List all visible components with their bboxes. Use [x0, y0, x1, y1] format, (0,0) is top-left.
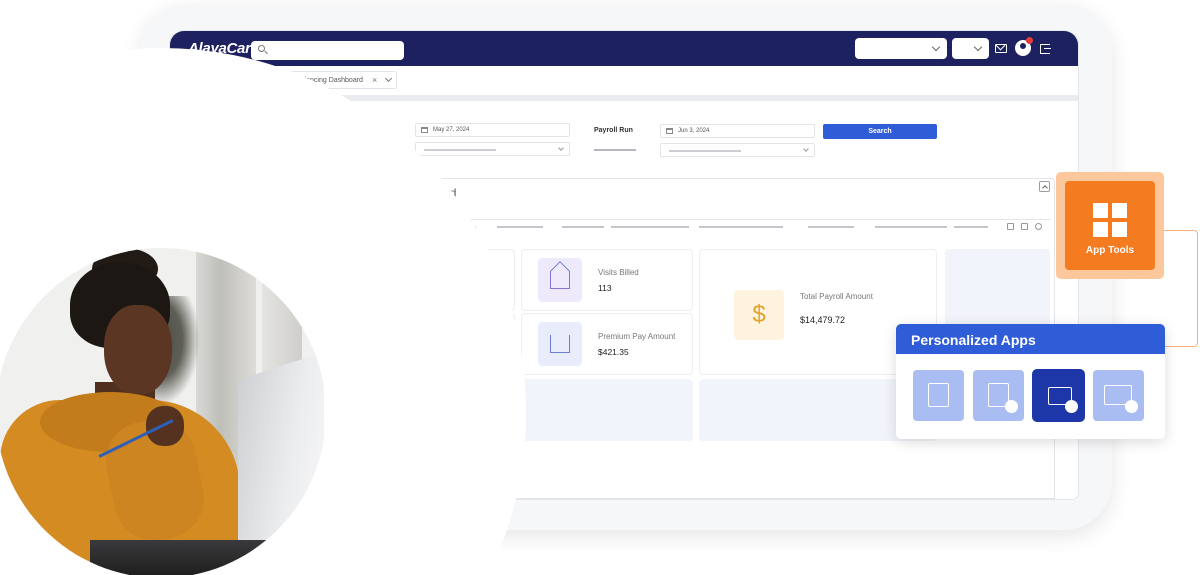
column-header-placeholder: [497, 226, 543, 228]
dollar-badge: [1125, 400, 1138, 413]
grid-cell: [1093, 222, 1108, 237]
placeholder-line: [424, 149, 496, 151]
app-tools-tile[interactable]: App Tools: [1065, 181, 1155, 270]
stat-card-visits-billed: Visits Billed 113: [521, 249, 693, 311]
column-header-placeholder: [954, 226, 988, 228]
sidebar-item-label: Clients: [185, 157, 206, 163]
grid-cell: [1093, 203, 1108, 218]
photo-laptop: [238, 352, 324, 570]
dollar-icon: $: [734, 290, 784, 340]
stat-icon-box: [538, 258, 582, 302]
top-bar: AlayaCare: [170, 31, 1078, 66]
stat-label: Premium Pay Amount: [598, 332, 676, 341]
payroll-run-label: Payroll Run: [594, 127, 633, 134]
download-icon[interactable]: [1021, 223, 1028, 230]
app-tools-label: App Tools: [1085, 245, 1135, 256]
placeholder-line: [594, 149, 636, 151]
placeholder-line: [332, 148, 368, 150]
column-header-placeholder: [808, 226, 854, 228]
stat-label: Visits Billed: [598, 268, 639, 277]
column-header-placeholder: [345, 226, 381, 228]
refresh-icon[interactable]: [1035, 223, 1042, 230]
photo-face: [104, 305, 172, 395]
crown-icon: [550, 335, 570, 353]
personalized-apps-panel: Personalized Apps: [896, 324, 1165, 439]
column-header-placeholder: [875, 226, 947, 228]
payroll-run-date-input[interactable]: Jun 3, 2024: [660, 124, 815, 138]
browser-payment-icon[interactable]: [1093, 370, 1144, 421]
column-header-placeholder: [562, 226, 604, 228]
calendar-icon: [666, 128, 673, 134]
collapse-button[interactable]: [1039, 181, 1050, 192]
document-profile-remove-icon[interactable]: [973, 370, 1024, 421]
grid-cell: [1112, 222, 1127, 237]
sidebar-item-label: Employees: [180, 195, 212, 201]
stat-value: $14,479.72: [800, 315, 846, 325]
chevron-down-icon[interactable]: [384, 74, 393, 83]
date-value: May 27, 2024: [433, 127, 470, 133]
briefcase-check-icon[interactable]: [1033, 370, 1084, 421]
client-card-icon: [190, 144, 202, 154]
close-icon[interactable]: ×: [372, 75, 377, 85]
mail-icon[interactable]: [995, 44, 1007, 53]
stat-label: Visits Served: [420, 268, 467, 277]
house-icon: [550, 271, 570, 289]
dashboard-gauge-icon: [190, 106, 202, 116]
app-tools-logo-icon[interactable]: A: [192, 70, 217, 95]
stat-value: 120: [420, 283, 435, 293]
accounting-chart-icon: [190, 220, 202, 230]
sidebar-item-label: Dashboard: [180, 119, 212, 125]
personalized-apps-title: Personalized Apps: [896, 324, 1165, 354]
stat-value: $421.35: [598, 347, 629, 357]
employees-group-icon: [190, 182, 202, 192]
divider: [341, 219, 1050, 220]
column-header-placeholder: [440, 226, 476, 228]
logout-icon[interactable]: [1040, 44, 1051, 54]
payroll-run-select[interactable]: [660, 143, 815, 157]
search-icon: [258, 45, 265, 52]
stat-card-premium-pay: Premium Pay Amount $421.35: [521, 313, 693, 375]
sidebar-item-accounting[interactable]: Accounting: [170, 220, 222, 239]
tab-balancing-dashboard[interactable]: Balancing Dashboard ×: [290, 71, 397, 89]
stat-label: Total Visit Pay Amount: [420, 332, 500, 341]
filter-icon[interactable]: [1007, 223, 1014, 230]
alayacare-logo: AlayaCare: [188, 40, 259, 57]
active-tab-underline: [342, 207, 457, 210]
sidebar-item-label: Accounting: [179, 233, 213, 239]
sidebar-item-clients[interactable]: Clients: [170, 144, 222, 163]
placeholder-card: [521, 379, 693, 441]
payroll-period-select[interactable]: [415, 142, 570, 156]
tab-label: Balancing Dashboard: [296, 77, 363, 84]
check-badge: [1065, 400, 1078, 413]
notification-badge: [1026, 37, 1033, 44]
global-search-input[interactable]: [251, 41, 404, 60]
stat-icon-box: [538, 322, 582, 366]
top-select-2[interactable]: [952, 38, 989, 59]
remove-badge: [1005, 400, 1018, 413]
column-header-placeholder: [611, 226, 689, 228]
page-title: App Tools: [231, 73, 284, 87]
payroll-period-label: Payroll Period: [333, 126, 381, 133]
search-button[interactable]: Search: [823, 124, 937, 139]
org-chart-icon[interactable]: [913, 370, 964, 421]
photo-desk: [90, 540, 326, 575]
sidebar-item-dashboard[interactable]: Dashboard: [170, 106, 222, 125]
sidebar-item-employees[interactable]: Employees: [170, 182, 222, 201]
calendar-icon: [421, 127, 428, 133]
column-header-placeholder: [699, 226, 783, 228]
payroll-period-date-input[interactable]: May 27, 2024: [415, 123, 570, 137]
placeholder-line: [669, 150, 741, 152]
connector-line: [1164, 230, 1198, 347]
date-value: Jun 3, 2024: [678, 128, 710, 134]
stat-value: $14,048.37: [420, 347, 463, 357]
summary-title: Summary Dashboard: [343, 186, 457, 200]
top-select-1[interactable]: [855, 38, 947, 59]
stat-label: Total Payroll Amount: [800, 292, 873, 301]
header-divider: [227, 95, 1078, 101]
stat-value: 113: [598, 283, 612, 293]
grid-cell: [1112, 203, 1127, 218]
app-glyph: [928, 383, 949, 407]
grid-icon: [1093, 203, 1127, 237]
